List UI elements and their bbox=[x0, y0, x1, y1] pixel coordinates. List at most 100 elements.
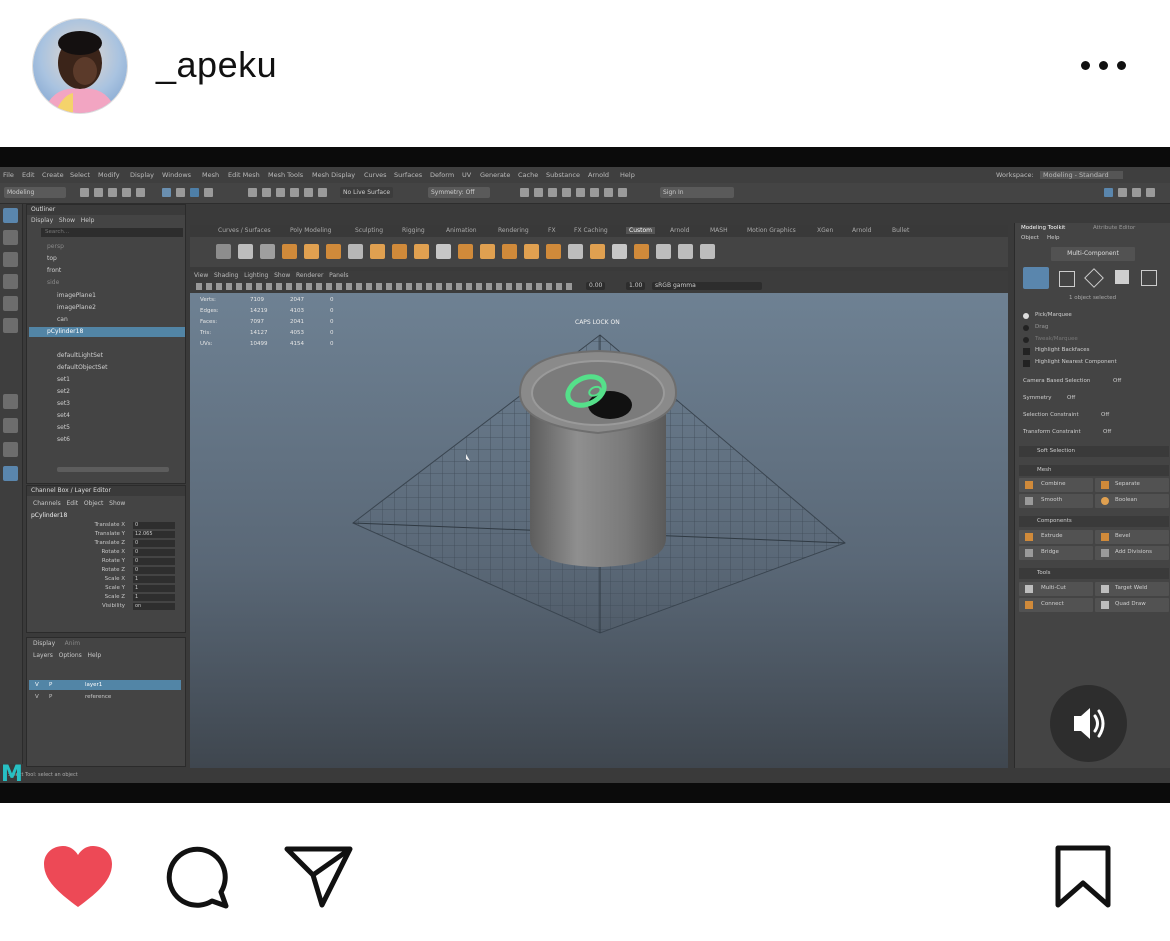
outliner-item[interactable]: set2 bbox=[57, 387, 70, 397]
layout-icon[interactable] bbox=[3, 466, 18, 481]
toolbar-icon[interactable] bbox=[162, 188, 171, 197]
share-icon[interactable] bbox=[284, 845, 354, 909]
layer-playback[interactable]: P bbox=[49, 680, 52, 690]
shelf-tab[interactable]: Animation bbox=[446, 227, 477, 234]
multi-component-button[interactable]: Multi-Component bbox=[1051, 247, 1135, 261]
vertex-mode-icon[interactable] bbox=[1059, 271, 1075, 287]
toolbar-icon[interactable] bbox=[290, 188, 299, 197]
toolbar-icon[interactable] bbox=[534, 188, 543, 197]
viewport-menu-item[interactable]: View bbox=[194, 272, 208, 279]
shelf-tool-icon[interactable] bbox=[634, 244, 649, 259]
layer-menu-item[interactable]: Help bbox=[87, 652, 101, 659]
attr-value[interactable]: 12.065 bbox=[133, 531, 175, 538]
shelf-tab-active[interactable]: Custom bbox=[626, 227, 655, 234]
toolbar-icon[interactable] bbox=[190, 188, 199, 197]
checkbox[interactable] bbox=[1023, 348, 1030, 355]
shelf-tool-icon[interactable] bbox=[524, 244, 539, 259]
quad-draw-button[interactable]: Quad Draw bbox=[1095, 598, 1169, 612]
shelf-tool-icon[interactable] bbox=[546, 244, 561, 259]
toolbar-icon[interactable] bbox=[304, 188, 313, 197]
shelf-tool-icon[interactable] bbox=[304, 244, 319, 259]
toolbar-icon[interactable] bbox=[122, 188, 131, 197]
viewport-menu-item[interactable]: Show bbox=[274, 272, 290, 279]
shelf-tab[interactable]: FX bbox=[548, 227, 556, 234]
outliner-item[interactable]: imagePlane1 bbox=[57, 291, 96, 301]
layer-menu-item[interactable]: Options bbox=[59, 652, 82, 659]
layout-icon[interactable] bbox=[3, 418, 18, 433]
shelf-tab[interactable]: Rigging bbox=[402, 227, 425, 234]
avatar[interactable] bbox=[32, 18, 128, 114]
combine-button[interactable]: Combine bbox=[1019, 478, 1093, 492]
viewport-menu-item[interactable]: Shading bbox=[214, 272, 238, 279]
outliner-item[interactable]: defaultObjectSet bbox=[57, 363, 108, 373]
shelf-tool-icon[interactable] bbox=[348, 244, 363, 259]
shelf-tab[interactable]: Sculpting bbox=[355, 227, 383, 234]
viewport-menu-item[interactable]: Renderer bbox=[296, 272, 323, 279]
attr-value[interactable]: 1 bbox=[133, 594, 175, 601]
layer-tab-display[interactable]: Display bbox=[33, 640, 55, 647]
face-mode-icon[interactable] bbox=[1115, 270, 1129, 284]
shelf-tab[interactable]: FX Caching bbox=[574, 227, 608, 234]
color-space-select[interactable]: sRGB gamma bbox=[652, 282, 762, 290]
layer-row[interactable]: V P layer1 bbox=[29, 680, 181, 690]
outliner-item-selected[interactable]: pCylinder18 bbox=[29, 327, 185, 337]
outliner-search-input[interactable]: Search... bbox=[41, 228, 183, 237]
soda-can[interactable] bbox=[518, 349, 678, 567]
toolbar-icon[interactable] bbox=[1146, 188, 1155, 197]
viewport-icons[interactable] bbox=[196, 283, 576, 290]
mesh-section[interactable]: Mesh bbox=[1019, 465, 1169, 476]
shelf-tab[interactable]: Rendering bbox=[498, 227, 529, 234]
layer-tab-anim[interactable]: Anim bbox=[65, 640, 80, 647]
toolbar-icon[interactable] bbox=[136, 188, 145, 197]
menu-item[interactable]: Edit Mesh bbox=[228, 171, 260, 179]
object-mode-icon[interactable] bbox=[1023, 267, 1049, 289]
viewport-field[interactable]: 1.00 bbox=[626, 282, 646, 290]
outliner-item[interactable]: set5 bbox=[57, 423, 70, 433]
shelf-tab[interactable]: Bullet bbox=[892, 227, 909, 234]
rotate-tool-icon[interactable] bbox=[3, 296, 18, 311]
components-section[interactable]: Components bbox=[1019, 516, 1169, 527]
shelf-tool-icon[interactable] bbox=[700, 244, 715, 259]
toolbar-icon[interactable] bbox=[276, 188, 285, 197]
layer-menu-item[interactable]: Layers bbox=[33, 652, 53, 659]
shelf-tool-icon[interactable] bbox=[326, 244, 341, 259]
menu-item[interactable]: Display bbox=[130, 171, 154, 179]
menu-item[interactable]: Deform bbox=[430, 171, 454, 179]
channel-menu-item[interactable]: Object bbox=[84, 500, 104, 507]
attr-value[interactable]: 0 bbox=[133, 540, 175, 547]
setting-value[interactable]: Off bbox=[1103, 429, 1111, 435]
menu-item[interactable]: Surfaces bbox=[394, 171, 422, 179]
shelf-tab[interactable]: Arnold bbox=[852, 227, 871, 234]
shelf-tool-icon[interactable] bbox=[480, 244, 495, 259]
attribute-editor-tab[interactable]: Attribute Editor bbox=[1093, 225, 1135, 231]
toolbar-icon[interactable] bbox=[248, 188, 257, 197]
layer-row[interactable]: V P reference bbox=[29, 692, 181, 702]
shelf-tool-icon[interactable] bbox=[216, 244, 231, 259]
toolbar-icon[interactable] bbox=[548, 188, 557, 197]
outliner-menu-item[interactable]: Help bbox=[81, 217, 95, 224]
heart-icon[interactable] bbox=[42, 845, 114, 909]
shelf-tool-icon[interactable] bbox=[678, 244, 693, 259]
live-surface-field[interactable]: No Live Surface bbox=[340, 187, 394, 198]
toolkit-menu-item[interactable]: Object bbox=[1021, 235, 1039, 241]
viewport-menu-item[interactable]: Panels bbox=[329, 272, 348, 279]
sound-on-icon[interactable] bbox=[1050, 685, 1127, 762]
3d-viewport[interactable]: Verts: 7109 2047 0 Edges: 14219 4103 0 Faces: 7… bbox=[190, 293, 1008, 782]
viewport-field[interactable]: 0.00 bbox=[586, 282, 606, 290]
menu-item[interactable]: Curves bbox=[364, 171, 387, 179]
extrude-button[interactable]: Extrude bbox=[1019, 530, 1093, 544]
outliner-menu-item[interactable]: Show bbox=[59, 217, 75, 224]
bridge-button[interactable]: Bridge bbox=[1019, 546, 1093, 560]
move-tool-icon[interactable] bbox=[3, 274, 18, 289]
toolbar-icon[interactable] bbox=[176, 188, 185, 197]
menu-item[interactable]: Cache bbox=[518, 171, 538, 179]
checkbox[interactable] bbox=[1023, 360, 1030, 367]
menu-item[interactable]: UV bbox=[462, 171, 471, 179]
toolkit-menu-item[interactable]: Help bbox=[1047, 235, 1060, 241]
soft-selection-section[interactable]: Soft Selection bbox=[1019, 446, 1169, 457]
menu-item[interactable]: Help bbox=[620, 171, 635, 179]
layout-icon[interactable] bbox=[3, 442, 18, 457]
boolean-button[interactable]: Boolean bbox=[1095, 494, 1169, 508]
toolbar-icon[interactable] bbox=[108, 188, 117, 197]
shelf-tool-icon[interactable] bbox=[458, 244, 473, 259]
